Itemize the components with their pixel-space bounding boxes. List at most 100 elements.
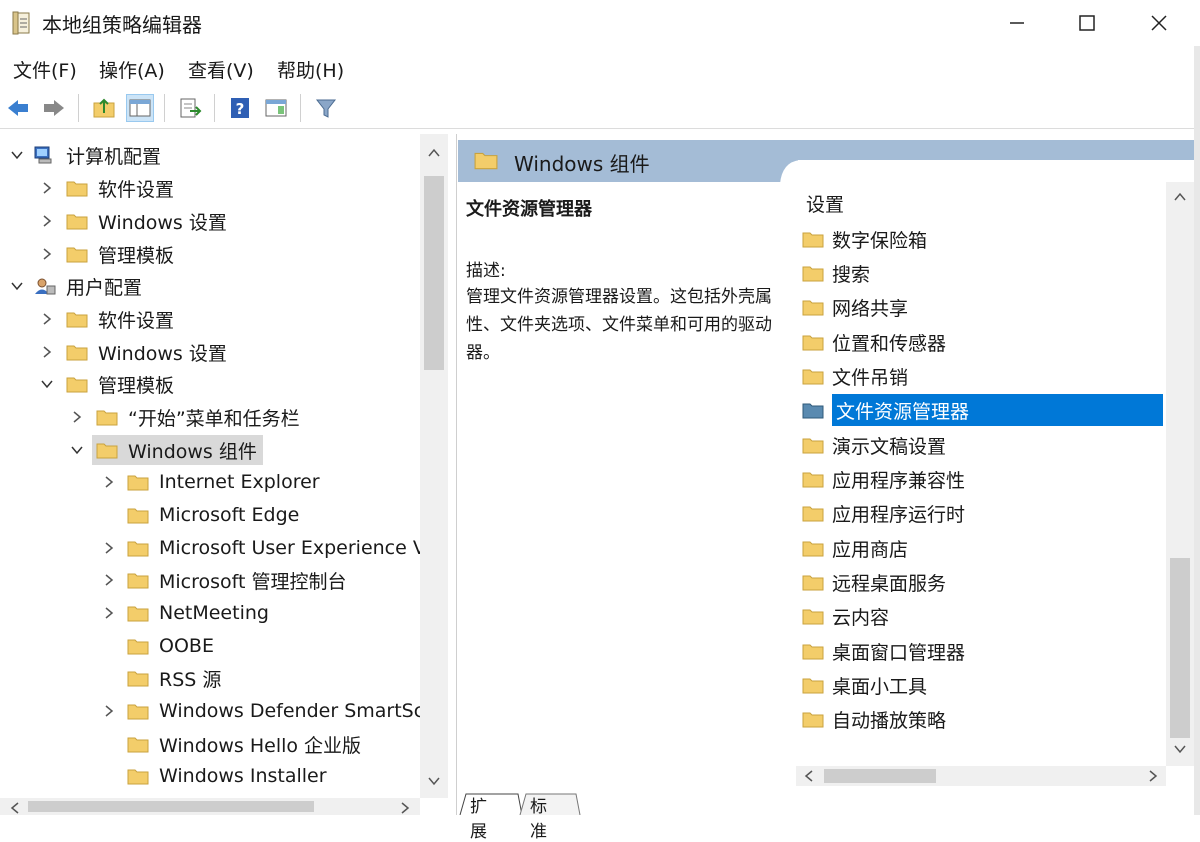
list-item-label: 桌面小工具 <box>832 675 928 698</box>
close-button[interactable] <box>1124 0 1194 46</box>
list-horizontal-scrollbar[interactable] <box>796 766 1166 786</box>
chevron-down-icon[interactable] <box>10 279 24 293</box>
list-scroll-thumb[interactable] <box>1170 558 1190 738</box>
scroll-right-icon[interactable] <box>1148 770 1158 782</box>
filter-button[interactable] <box>312 94 340 122</box>
list-item[interactable]: 自动播放策略 <box>802 703 946 735</box>
list-item[interactable]: 文件吊销 <box>802 360 908 392</box>
folder-icon <box>127 737 149 753</box>
forward-button[interactable] <box>40 94 68 122</box>
tree-item-label: 用户配置 <box>66 276 143 299</box>
list-item[interactable]: 应用程序兼容性 <box>802 463 965 495</box>
toolbar-separator <box>300 94 301 122</box>
tree-item-windows-installer[interactable]: Windows Installer <box>127 761 327 791</box>
tree-item-computer-config[interactable]: 计算机配置 <box>34 140 161 170</box>
maximize-button[interactable] <box>1052 0 1122 46</box>
tree-item-admin-templates[interactable]: 管理模板 <box>66 239 174 269</box>
tree-item-label: 软件设置 <box>98 309 175 332</box>
up-level-button[interactable] <box>90 94 118 122</box>
tree-item-defender-smartscreen[interactable]: Windows Defender SmartSc <box>127 696 424 726</box>
chevron-right-icon[interactable] <box>102 573 116 587</box>
scroll-down-icon[interactable] <box>428 776 440 786</box>
list-item[interactable]: 应用商店 <box>802 532 908 564</box>
list-vertical-scrollbar[interactable] <box>1166 182 1194 766</box>
tree-vertical-scrollbar[interactable] <box>420 134 448 798</box>
tree-hscroll-thumb[interactable] <box>28 801 314 812</box>
menu-help[interactable]: 帮助(H) <box>277 56 344 83</box>
show-hide-tree-button[interactable] <box>126 94 154 122</box>
chevron-down-icon[interactable] <box>10 148 24 162</box>
list-item-label: 数字保险箱 <box>832 229 928 252</box>
tree-horizontal-scrollbar[interactable] <box>0 798 420 815</box>
list-item[interactable]: 位置和传感器 <box>802 326 946 358</box>
menu-view[interactable]: 查看(V) <box>188 56 254 83</box>
tree-item-microsoft-user-experience[interactable]: Microsoft User Experience V <box>127 533 426 563</box>
export-list-button[interactable] <box>176 94 204 122</box>
list-item[interactable]: 搜索 <box>802 257 870 289</box>
list-item[interactable]: 桌面小工具 <box>802 669 927 701</box>
chevron-right-icon[interactable] <box>40 247 54 261</box>
chevron-right-icon[interactable] <box>102 541 116 555</box>
list-item[interactable]: 数字保险箱 <box>802 223 927 255</box>
tree-item-windows-hello[interactable]: Windows Hello 企业版 <box>127 729 361 759</box>
tree-item-label: RSS 源 <box>159 668 222 691</box>
tab-standard[interactable]: 标准 <box>530 792 547 842</box>
chevron-down-icon[interactable] <box>70 443 84 457</box>
tree-item-windows-settings[interactable]: Windows 设置 <box>66 206 227 236</box>
tree-item-windows-settings[interactable]: Windows 设置 <box>66 337 227 367</box>
tree-item-label: “开始”菜单和任务栏 <box>128 407 300 430</box>
tree-item-windows-components[interactable]: Windows 组件 <box>92 435 263 465</box>
tree-item-rss[interactable]: RSS 源 <box>127 663 221 693</box>
list-item[interactable]: 演示文稿设置 <box>802 429 946 461</box>
tree-item-label: Windows Hello 企业版 <box>159 734 362 757</box>
tree-item-start-menu[interactable]: “开始”菜单和任务栏 <box>96 402 300 432</box>
show-hide-action-pane-button[interactable] <box>262 94 290 122</box>
scroll-right-icon[interactable] <box>400 802 410 814</box>
chevron-right-icon[interactable] <box>40 345 54 359</box>
chevron-right-icon[interactable] <box>102 704 116 718</box>
list-item[interactable]: 网络共享 <box>802 291 908 323</box>
chevron-down-icon[interactable] <box>40 377 54 391</box>
chevron-right-icon[interactable] <box>70 410 84 424</box>
tree-item-internet-explorer[interactable]: Internet Explorer <box>127 467 320 497</box>
tree-item-label: OOBE <box>159 635 214 657</box>
menu-action[interactable]: 操作(A) <box>99 56 165 83</box>
scroll-left-icon[interactable] <box>804 770 814 782</box>
scroll-down-icon[interactable] <box>1174 744 1186 754</box>
tree-item-label: Microsoft 管理控制台 <box>159 570 347 593</box>
tree-item-user-config[interactable]: 用户配置 <box>34 271 142 301</box>
tree-item-netmeeting[interactable]: NetMeeting <box>127 598 269 628</box>
tree-item-software-settings[interactable]: 软件设置 <box>66 173 174 203</box>
back-button[interactable] <box>4 94 32 122</box>
chevron-right-icon[interactable] <box>40 214 54 228</box>
scroll-up-icon[interactable] <box>428 148 440 158</box>
list-item[interactable]: 云内容 <box>802 600 889 632</box>
chevron-right-icon[interactable] <box>40 181 54 195</box>
tree-item-oobe[interactable]: OOBE <box>127 631 214 661</box>
tree-scroll-thumb[interactable] <box>424 176 444 370</box>
help-button[interactable]: ? <box>226 94 254 122</box>
tree-item-microsoft-edge[interactable]: Microsoft Edge <box>127 500 299 530</box>
folder-icon <box>127 508 149 524</box>
list-item[interactable]: 桌面窗口管理器 <box>802 635 965 667</box>
scroll-left-icon[interactable] <box>10 802 20 814</box>
list-item-label: 桌面窗口管理器 <box>832 641 966 664</box>
settings-column-header[interactable]: 设置 <box>806 190 844 217</box>
minimize-button[interactable] <box>982 0 1052 46</box>
list-item-selected[interactable]: 文件资源管理器 <box>802 394 1163 426</box>
tree-item-admin-templates[interactable]: 管理模板 <box>66 369 174 399</box>
tree-item-mmc[interactable]: Microsoft 管理控制台 <box>127 565 347 595</box>
folder-icon <box>802 644 824 660</box>
scroll-up-icon[interactable] <box>1174 192 1186 202</box>
chevron-right-icon[interactable] <box>102 475 116 489</box>
header-curve-decoration <box>780 160 800 184</box>
chevron-right-icon[interactable] <box>102 606 116 620</box>
list-item[interactable]: 远程桌面服务 <box>802 566 946 598</box>
menu-file[interactable]: 文件(F) <box>13 56 77 83</box>
tab-extended[interactable]: 扩展 <box>470 792 487 842</box>
chevron-right-icon[interactable] <box>40 312 54 326</box>
list-item[interactable]: 应用程序运行时 <box>802 497 965 529</box>
tree-item-software-settings[interactable]: 软件设置 <box>66 304 174 334</box>
list-hscroll-thumb[interactable] <box>824 769 936 783</box>
filter-icon <box>315 99 337 118</box>
